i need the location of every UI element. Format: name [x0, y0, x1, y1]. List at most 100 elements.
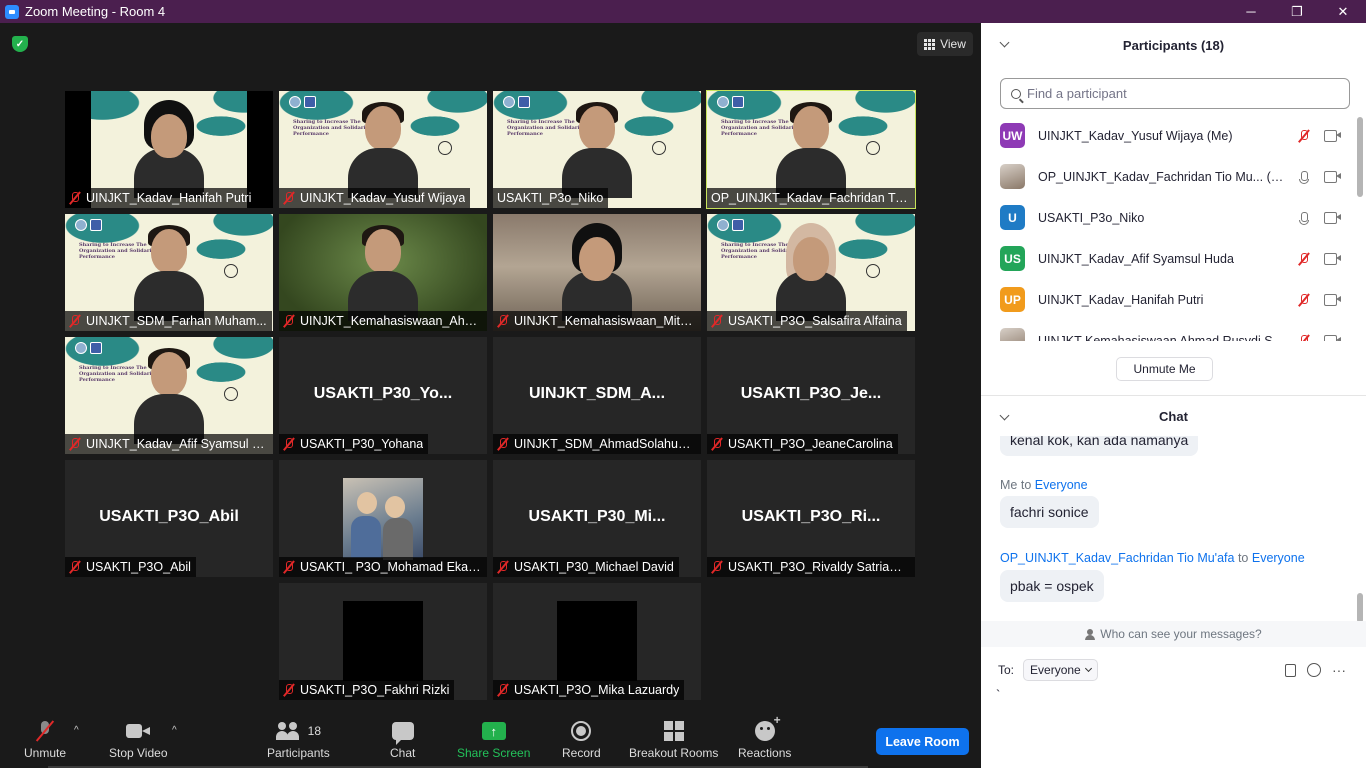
- participant-search-input[interactable]: [1027, 86, 1327, 101]
- video-tile[interactable]: Sharing to Increase The Organization and…: [493, 91, 701, 208]
- chat-collapse-chevron-icon[interactable]: [999, 410, 1010, 421]
- reactions-button[interactable]: Reactions: [738, 713, 792, 760]
- breakout-rooms-icon: [663, 721, 684, 741]
- participant-row[interactable]: OP_UINJKT_Kadav_Fachridan Tio Mu... (Hos…: [981, 156, 1356, 197]
- camera-icon: [1324, 335, 1341, 341]
- participant-row[interactable]: U USAKTI_P3o_Niko: [981, 197, 1356, 238]
- message-to-word: to: [1237, 551, 1249, 565]
- reactions-label: Reactions: [738, 746, 792, 760]
- video-tile[interactable]: USAKTI_P3O_Mika Lazuardy: [493, 583, 701, 700]
- to-label: To:: [998, 663, 1015, 677]
- message-recipient[interactable]: Everyone: [1252, 551, 1305, 565]
- participant-name-label: UINJKT_SDM_AhmadSolahudi...: [493, 434, 701, 454]
- participant-name: UINJKT_Kadav_Afif Syamsul H...: [86, 437, 268, 451]
- participant-list-scrollbar[interactable]: [1357, 115, 1363, 341]
- participant-name-label: USAKTI_ P3O_Mohamad Eka ...: [279, 557, 487, 577]
- chat-label: Chat: [390, 746, 416, 760]
- close-button[interactable]: ✕: [1320, 0, 1366, 23]
- chat-scrollbar-thumb[interactable]: [1357, 593, 1363, 623]
- stop-video-button[interactable]: Stop Video: [109, 719, 168, 760]
- file-icon[interactable]: [1285, 663, 1296, 677]
- restore-button[interactable]: ❐: [1274, 0, 1320, 23]
- participant-name: UINJKT_Kadav_Hanifah Putri: [1038, 292, 1204, 307]
- participant-row[interactable]: US UINJKT_Kadav_Afif Syamsul Huda: [981, 238, 1356, 279]
- participants-label: Participants: [267, 746, 330, 760]
- muted-mic-icon: [711, 437, 723, 451]
- video-tile[interactable]: USAKTI_P3O_Ri... USAKTI_P3O_Rivaldy Satri…: [707, 460, 915, 577]
- video-tile[interactable]: UINJKT_Kadav_Hanifah Putri: [65, 91, 273, 208]
- unmute-button[interactable]: Unmute: [24, 719, 66, 760]
- chat-button[interactable]: Chat: [390, 719, 415, 760]
- decor-circle: [224, 264, 238, 278]
- logos: [75, 342, 105, 354]
- participant-video: [348, 102, 418, 198]
- participant-name-display: USAKTI_P3O_Je...: [740, 385, 882, 402]
- participant-row[interactable]: UP UINJKT_Kadav_Hanifah Putri: [981, 279, 1356, 320]
- view-button[interactable]: View: [917, 32, 973, 56]
- participant-video: [348, 225, 418, 321]
- participant-name: USAKTI_P3O_Mika Lazuardy: [514, 683, 680, 697]
- muted-mic-icon: [1298, 129, 1310, 143]
- video-tile[interactable]: USAKTI_P3O_Fakhri Rizki: [279, 583, 487, 700]
- participant-name-display: USAKTI_P30_Mi...: [528, 508, 666, 525]
- grid-icon: [924, 38, 936, 50]
- participant-name-display: USAKTI_P3O_Ri...: [741, 508, 881, 525]
- video-tile[interactable]: Sharing to Increase The Organization and…: [65, 214, 273, 331]
- chat-input[interactable]: `: [996, 687, 1351, 747]
- record-button[interactable]: Record: [562, 719, 601, 760]
- camera-icon: [1324, 294, 1341, 306]
- window-controls: ─ ❐ ✕: [1228, 0, 1366, 23]
- video-tile[interactable]: Sharing to Increase The Organization and…: [65, 337, 273, 454]
- participant-name: UINJKT_Kadav_Hanifah Putri: [86, 191, 252, 205]
- participant-video: [134, 225, 204, 321]
- leave-room-button[interactable]: Leave Room: [876, 728, 969, 755]
- video-tile[interactable]: USAKTI_P3O_Abil USAKTI_P3O_Abil: [65, 460, 273, 577]
- participant-name-label: USAKTI_P3O_JeaneCarolina: [707, 434, 898, 454]
- muted-mic-icon: [283, 314, 295, 328]
- participants-button[interactable]: 18 Participants: [267, 719, 330, 760]
- video-tile[interactable]: USAKTI_P30_Yo... USAKTI_P30_Yohana: [279, 337, 487, 454]
- encryption-shield-icon[interactable]: ✓: [12, 36, 28, 52]
- message-sender[interactable]: OP_UINJKT_Kadav_Fachridan Tio Mu'afa: [1000, 551, 1234, 565]
- video-tile[interactable]: UINJKT_Kemahasiswaan_Ahm...: [279, 214, 487, 331]
- participant-row[interactable]: UINJKT Kemahasiswaan Ahmad Rusydi Said: [981, 320, 1356, 341]
- video-tile[interactable]: USAKTI_P3O_Je... USAKTI_P3O_JeaneCarolina: [707, 337, 915, 454]
- share-screen-button[interactable]: ↑ Share Screen: [457, 719, 530, 760]
- chat-title: Chat: [1159, 408, 1188, 424]
- search-icon: [1011, 88, 1021, 99]
- unmute-me-button[interactable]: Unmute Me: [1116, 357, 1213, 381]
- logos: [75, 219, 105, 231]
- video-tile[interactable]: Sharing to Increase The Organization and…: [279, 91, 487, 208]
- who-can-see-messages[interactable]: Who can see your messages?: [981, 621, 1366, 647]
- audio-options-caret[interactable]: ^: [74, 725, 79, 736]
- chat-message: kenal kok, kan ada namanya: [1000, 436, 1199, 456]
- participant-video: [776, 102, 846, 198]
- participant-name: OP_UINJKT_Kadav_Fachridan Tio Mu... (Hos…: [1038, 169, 1288, 184]
- minimize-button[interactable]: ─: [1228, 0, 1274, 23]
- video-tile[interactable]: USAKTI_ P3O_Mohamad Eka ...: [279, 460, 487, 577]
- participant-name-label: USAKTI_P3o_Niko: [493, 188, 609, 208]
- breakout-rooms-button[interactable]: Breakout Rooms: [629, 719, 718, 760]
- participant-search[interactable]: [1000, 78, 1350, 109]
- more-options-icon[interactable]: ···: [1332, 662, 1346, 678]
- message-recipient[interactable]: Everyone: [1035, 478, 1088, 492]
- participant-name-label: USAKTI_P30_Yohana: [279, 434, 429, 454]
- scrollbar-thumb[interactable]: [1357, 117, 1363, 197]
- video-tile[interactable]: UINJKT_Kemahasiswaan_Mith...: [493, 214, 701, 331]
- video-options-caret[interactable]: ^: [172, 725, 177, 736]
- participant-name: UINJKT_SDM_AhmadSolahudi...: [514, 437, 696, 451]
- video-tile[interactable]: USAKTI_P30_Mi... USAKTI_P30_Michael David: [493, 460, 701, 577]
- chat-scrollbar[interactable]: [1357, 443, 1363, 623]
- participant-row[interactable]: UW UINJKT_Kadav_Yusuf Wijaya (Me): [981, 115, 1356, 156]
- collapse-chevron-icon[interactable]: [999, 37, 1010, 48]
- participant-video: [134, 100, 204, 198]
- recipient-select[interactable]: Everyone: [1023, 659, 1098, 681]
- video-tile[interactable]: UINJKT_SDM_A... UINJKT_SDM_AhmadSolahudi.…: [493, 337, 701, 454]
- profile-picture-black: [557, 601, 637, 681]
- video-tile[interactable]: Sharing to Increase The Organization and…: [706, 90, 916, 209]
- video-tile[interactable]: Sharing to Increase The Organization and…: [707, 214, 915, 331]
- emoji-icon[interactable]: [1307, 663, 1321, 677]
- muted-mic-icon: [497, 437, 509, 451]
- participant-name-display: USAKTI_P30_Yo...: [313, 385, 453, 402]
- participant-name: OP_UINJKT_Kadav_Fachridan Tio ...: [711, 191, 910, 205]
